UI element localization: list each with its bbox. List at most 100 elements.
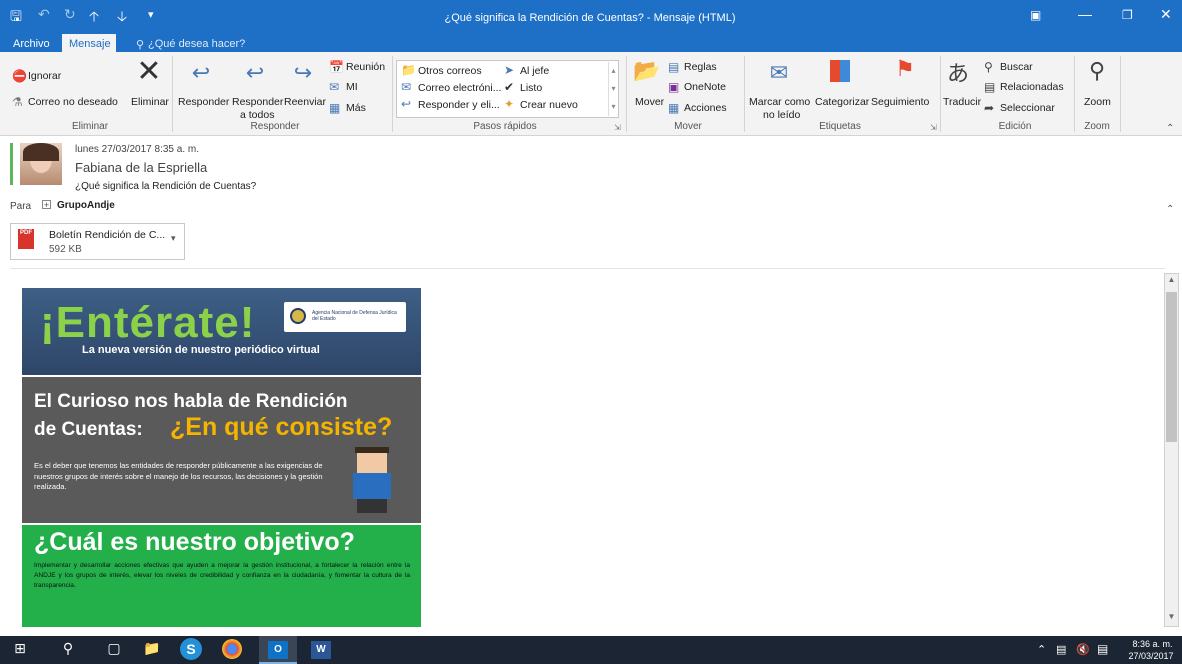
attachment-dropdown-icon[interactable]: ▾ [171, 233, 176, 244]
lightbulb-icon: ⚲ [136, 39, 145, 51]
quickstep-otros-correos[interactable]: Otros correos [418, 65, 482, 77]
restore-icon[interactable]: ❐ [1122, 8, 1133, 22]
clock-date[interactable]: 27/03/2017 [1122, 651, 1180, 661]
newsletter-subheadline: La nueva versión de nuestro periódico vi… [82, 344, 320, 356]
word-icon[interactable]: W [311, 641, 331, 659]
mascot-body [353, 473, 391, 499]
mark-unread-button-line1[interactable]: Marcar como [749, 96, 810, 108]
mark-unread-icon: ✉ [769, 60, 789, 85]
more-button[interactable]: Más [346, 102, 366, 114]
agency-logo-text: Agencia Nacional de Defensa Jurídica del… [312, 310, 397, 322]
categorize-button[interactable]: Categorizar [815, 96, 869, 108]
quickstep-responder-eliminar[interactable]: Responder y eli... [418, 99, 500, 111]
attachment-name: Boletín Rendición de C... [49, 229, 166, 241]
undo-icon[interactable]: ↶ [38, 6, 50, 23]
sender-name[interactable]: Fabiana de la Espriella [75, 160, 207, 175]
related-button[interactable]: Relacionadas [1000, 81, 1064, 93]
next-item-icon[interactable]: 🡣 [117, 6, 127, 30]
select-button[interactable]: Seleccionar [1000, 102, 1055, 114]
quickstep-al-jefe[interactable]: Al jefe [520, 65, 549, 77]
quicksteps-scroll-icon[interactable]: ▴ ▾ ▾ [608, 62, 618, 116]
forward-button[interactable]: Reenviar [284, 96, 326, 108]
previous-item-icon[interactable]: 🡡 [89, 6, 99, 30]
create-new-icon: ✦ [504, 97, 515, 111]
taskbar [0, 636, 1182, 664]
im-button[interactable]: MI [346, 81, 358, 93]
dialog-launcher-icon[interactable]: ⇲ [614, 123, 621, 132]
redo-icon[interactable]: ↻ [64, 6, 76, 23]
meeting-button[interactable]: Reunión [346, 61, 385, 73]
clock-time[interactable]: 8:36 a. m. [1125, 639, 1180, 649]
find-button[interactable]: Buscar [1000, 61, 1033, 73]
file-explorer-icon[interactable]: 📁 [142, 640, 162, 660]
message-scrollbar[interactable]: ▲ ▼ [1164, 273, 1179, 627]
expand-group-icon[interactable]: + [42, 200, 51, 210]
rules-button[interactable]: Reglas [684, 61, 717, 73]
section3-body: Implementar y desarrollar acciones efect… [34, 562, 410, 589]
newsletter-headline: ¡Entérate! [40, 298, 256, 347]
close-icon[interactable]: ✕ [1160, 6, 1172, 23]
separator [744, 56, 745, 132]
ignore-icon: ⛔ [12, 69, 27, 83]
mascot-illustration [347, 447, 399, 515]
delete-button[interactable]: Eliminar [131, 96, 169, 108]
group-label-edicion: Edición [998, 121, 1032, 132]
section2-highlight: ¿En qué consiste? [170, 413, 393, 441]
reply-all-button-line2[interactable]: a todos [240, 109, 274, 121]
quick-access-customize-icon[interactable]: ▾ [148, 8, 154, 21]
mark-unread-button-line2[interactable]: no leído [763, 109, 800, 121]
delete-icon[interactable]: ✕ [134, 54, 164, 89]
forward-icon: ↪ [293, 60, 313, 85]
follow-up-button[interactable]: Seguimiento [871, 96, 929, 108]
recipient-group[interactable]: GrupoAndje [57, 200, 115, 211]
outlook-icon[interactable]: O [268, 641, 288, 659]
dialog-launcher-icon[interactable]: ⇲ [930, 123, 937, 132]
meeting-icon: 📅 [329, 60, 344, 74]
categorize-icon [830, 60, 850, 82]
notifications-icon[interactable]: ▤ [1097, 642, 1108, 656]
quickstep-correo-electronico[interactable]: Correo electróni... [418, 82, 501, 94]
skype-icon[interactable]: S [180, 638, 202, 660]
move-button[interactable]: Mover [635, 96, 664, 108]
task-view-icon[interactable]: ▢ [104, 640, 124, 660]
search-icon: ⚲ [984, 60, 993, 74]
separator [172, 56, 173, 132]
divider [10, 268, 1165, 269]
save-icon[interactable]: 🖫 [10, 6, 22, 30]
avatar[interactable] [20, 143, 62, 185]
network-icon[interactable]: ▤ [1056, 643, 1066, 656]
separator [940, 56, 941, 132]
ribbon-display-options-icon[interactable]: ▣ [1030, 8, 1041, 22]
junk-mail-button[interactable]: Correo no deseado [28, 96, 118, 108]
scroll-thumb[interactable] [1166, 292, 1177, 442]
chrome-icon[interactable] [222, 639, 242, 659]
scroll-up-icon[interactable]: ▲ [1166, 275, 1177, 287]
reply-icon: ↩ [191, 60, 211, 85]
windows-start-icon[interactable]: ⊞ [10, 640, 30, 660]
attachment-size: 592 KB [49, 244, 82, 255]
zoom-button[interactable]: Zoom [1084, 96, 1111, 108]
reply-button[interactable]: Responder [178, 96, 229, 108]
minimize-icon[interactable]: — [1078, 6, 1092, 22]
scroll-down-icon[interactable]: ▼ [1166, 612, 1177, 624]
separator [1074, 56, 1075, 132]
translate-button[interactable]: Traducir [943, 96, 981, 108]
quickstep-crear-nuevo[interactable]: Crear nuevo [520, 99, 578, 111]
tab-mensaje[interactable]: Mensaje [69, 38, 111, 50]
reply-all-button-line1[interactable]: Responder [232, 96, 283, 108]
separator [1120, 56, 1121, 132]
tell-me-input[interactable]: ¿Qué desea hacer? [148, 38, 245, 50]
ignore-button[interactable]: Ignorar [28, 70, 61, 82]
collapse-ribbon-icon[interactable]: ⌃ [1166, 123, 1174, 134]
tab-archivo[interactable]: Archivo [13, 38, 50, 50]
reply-all-icon: ↩ [245, 60, 265, 85]
volume-muted-icon[interactable]: 🔇 [1076, 643, 1090, 656]
actions-button[interactable]: Acciones [684, 102, 727, 114]
quickstep-listo[interactable]: Listo [520, 82, 542, 94]
show-hidden-icons-icon[interactable]: ⌃ [1037, 643, 1046, 656]
search-taskbar-icon[interactable]: ⚲ [58, 640, 78, 660]
group-label-etiquetas: Etiquetas [819, 121, 861, 132]
group-label-responder: Responder [250, 121, 300, 132]
onenote-button[interactable]: OneNote [684, 81, 726, 93]
collapse-header-icon[interactable]: ⌃ [1166, 204, 1174, 215]
